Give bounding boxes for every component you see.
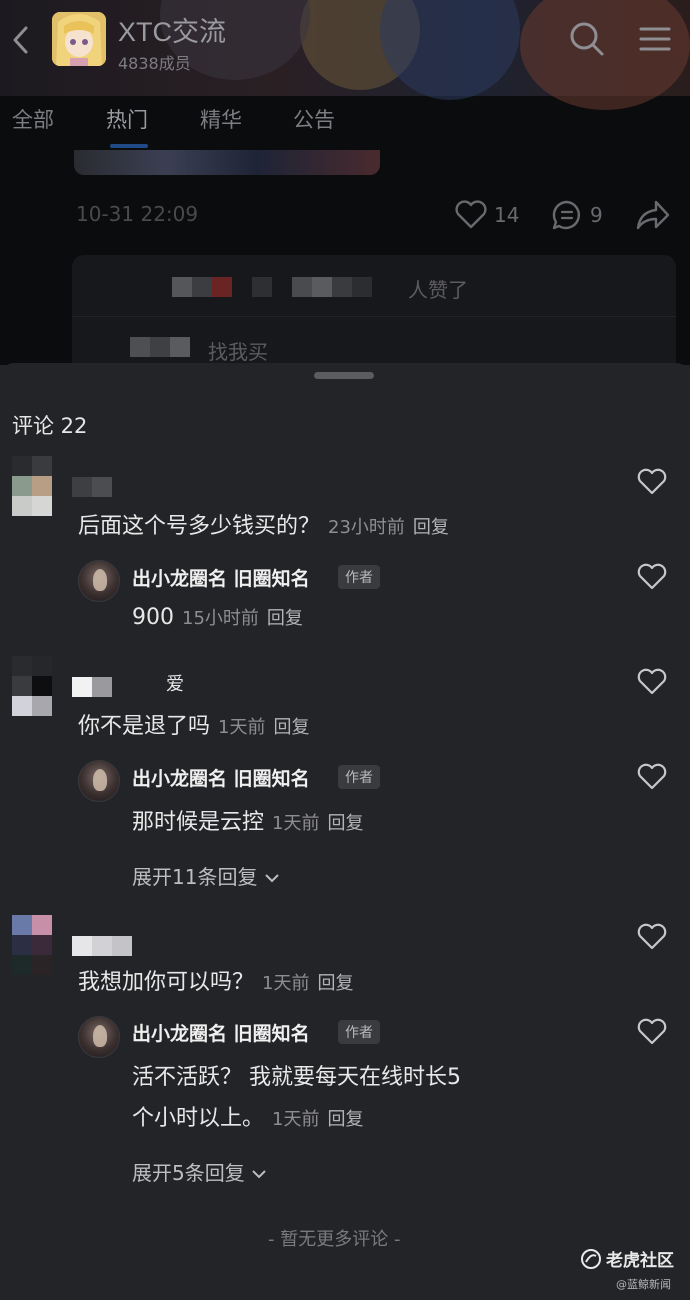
post-timestamp: 10-31 22:09: [76, 202, 199, 226]
reply-link[interactable]: 回复: [327, 813, 363, 834]
expand-replies-label: 展开5条回复: [132, 1161, 245, 1185]
author-name[interactable]: 出小龙圈名 旧圈知名: [132, 764, 310, 791]
comment-text: 我想加你可以吗？ 1天前 回复: [78, 964, 353, 996]
expand-replies-label: 展开11条回复: [132, 865, 258, 889]
chevron-down-icon: [265, 874, 279, 883]
redacted-username: [130, 337, 190, 357]
reply-link[interactable]: 回复: [317, 973, 353, 994]
expand-replies-button[interactable]: 展开11条回复: [132, 861, 280, 890]
reply-text: 900 15小时前 回复: [132, 604, 303, 630]
author-name[interactable]: 出小龙圈名 旧圈知名: [132, 1019, 310, 1046]
watermark: 老虎社区: [580, 1246, 674, 1271]
commenter-avatar[interactable]: [12, 656, 52, 716]
reply-link[interactable]: 回复: [267, 608, 303, 629]
heart-outline-icon[interactable]: [637, 1018, 667, 1046]
reply-time: 15小时前: [182, 608, 259, 629]
like-button[interactable]: 14: [454, 198, 519, 232]
watermark-sub: @蓝鲸新闻: [616, 1278, 671, 1291]
comment-body: 后面这个号多少钱买的？: [78, 514, 321, 539]
comment-time: 23小时前: [328, 517, 405, 538]
tab-all[interactable]: 全部: [12, 104, 54, 134]
redacted-username: [292, 277, 372, 297]
reply-text-line: 个小时以上。 1天前 回复: [132, 1100, 363, 1132]
comment-text: 后面这个号多少钱买的？ 23小时前 回复: [78, 508, 449, 540]
reply-body: 个小时以上。: [132, 1106, 265, 1131]
comment-body: 你不是退了吗: [78, 714, 211, 739]
comment-button[interactable]: 9: [550, 198, 603, 232]
no-more-comments: - 暂无更多评论 -: [268, 1229, 401, 1250]
search-icon[interactable]: [568, 20, 606, 58]
reply-body: 900: [132, 605, 174, 630]
heart-outline-icon[interactable]: [637, 763, 667, 791]
group-avatar[interactable]: [52, 12, 106, 66]
redacted-username: [172, 277, 232, 297]
author-avatar[interactable]: [78, 560, 120, 602]
chevron-down-icon: [252, 1170, 266, 1179]
redacted-username: [72, 477, 112, 497]
tiger-logo-icon: [581, 1248, 601, 1269]
tab-announcements[interactable]: 公告: [293, 104, 335, 134]
group-page-background: XTC交流 4838成员 全部 热门 精华 公告 10-31 22:09 14: [0, 0, 690, 365]
share-icon[interactable]: [634, 198, 670, 232]
header-art: [380, 0, 520, 100]
watermark-main: 老虎社区: [606, 1251, 674, 1271]
reply-link[interactable]: 回复: [413, 517, 449, 538]
active-tab-indicator: [110, 144, 148, 148]
anime-girl-avatar-icon: [52, 12, 106, 66]
heart-outline-icon[interactable]: [637, 563, 667, 591]
post-image[interactable]: [74, 150, 380, 175]
likers-suffix: 人赞了: [408, 278, 468, 302]
divider: [72, 316, 676, 317]
group-title: XTC交流: [118, 17, 226, 47]
reply-time: 1天前: [272, 1109, 320, 1130]
username-suffix: 爱: [166, 674, 184, 695]
reply-body: 活不活跃？ 我就要每天在线时长5: [132, 1065, 461, 1090]
tab-featured[interactable]: 精华: [200, 104, 242, 134]
author-badge: 作者: [338, 565, 380, 589]
reply-text-line: 活不活跃？ 我就要每天在线时长5: [132, 1059, 461, 1091]
commenter-avatar[interactable]: [12, 456, 52, 516]
comment-time: 1天前: [218, 717, 266, 738]
reply-text: 那时候是云控 1天前 回复: [132, 804, 363, 836]
like-count: 14: [494, 203, 520, 227]
author-avatar[interactable]: [78, 1016, 120, 1058]
redacted-username: [72, 936, 132, 956]
tab-hot[interactable]: 热门: [106, 104, 148, 134]
heart-outline-icon[interactable]: [637, 668, 667, 696]
reply-link[interactable]: 回复: [327, 1109, 363, 1130]
group-header: XTC交流 4838成员: [0, 0, 690, 110]
menu-icon[interactable]: [638, 24, 672, 54]
comment-time: 1天前: [262, 973, 310, 994]
expand-replies-button[interactable]: 展开5条回复: [132, 1157, 267, 1186]
group-member-count: 4838成员: [118, 54, 191, 73]
commenter-avatar[interactable]: [12, 915, 52, 975]
redacted-username: [72, 677, 112, 697]
heart-outline-icon[interactable]: [637, 923, 667, 951]
author-avatar[interactable]: [78, 760, 120, 802]
reply-link[interactable]: 回复: [273, 717, 309, 738]
author-badge: 作者: [338, 765, 380, 789]
redacted-username: [252, 277, 272, 297]
reply-preview-text: 找我买: [208, 340, 268, 364]
reply-body: 那时候是云控: [132, 810, 265, 835]
author-badge: 作者: [338, 1020, 380, 1044]
heart-outline-icon[interactable]: [637, 468, 667, 496]
reply-time: 1天前: [272, 813, 320, 834]
back-arrow-icon[interactable]: [6, 22, 36, 58]
group-tabs: 全部 热门 精华 公告: [0, 96, 690, 152]
heart-outline-icon: [455, 200, 487, 229]
sheet-drag-handle[interactable]: [314, 372, 374, 379]
comments-title: 评论 22: [12, 414, 88, 438]
comment-bubble-icon: [552, 200, 580, 230]
comment-text: 你不是退了吗 1天前 回复: [78, 708, 309, 740]
comment-count: 9: [590, 203, 603, 227]
comment-body: 我想加你可以吗？: [78, 970, 255, 995]
author-name[interactable]: 出小龙圈名 旧圈知名: [132, 564, 310, 591]
